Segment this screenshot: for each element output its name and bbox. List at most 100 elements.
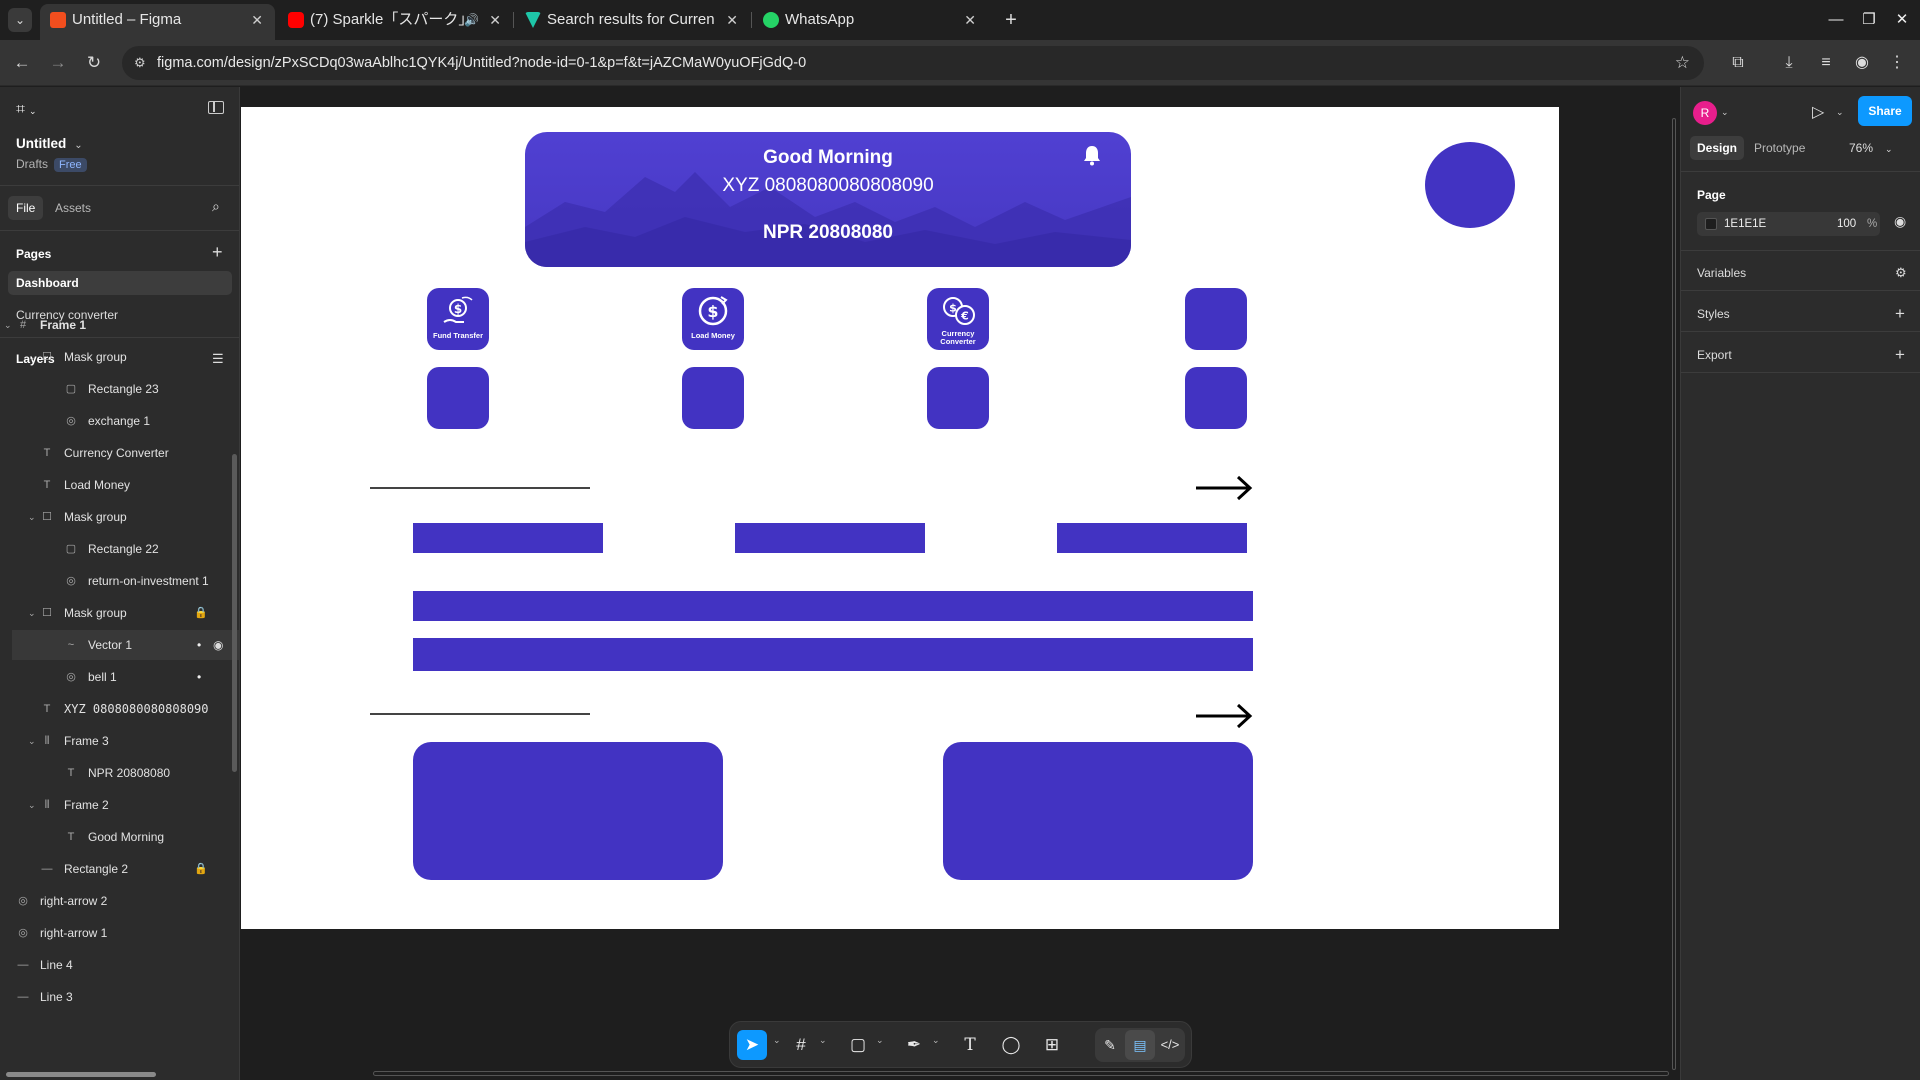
page-opacity-value[interactable]: 100 [1837, 212, 1856, 236]
browser-tab-figma[interactable]: Untitled – Figma ✕ [40, 4, 275, 40]
close-icon[interactable]: ✕ [251, 4, 263, 36]
color-swatch[interactable] [1705, 218, 1717, 230]
layer-row[interactable]: ⌄ ☐ Mask group 🔒 [0, 598, 239, 628]
menu-kebab-icon[interactable]: ⋮ [1885, 51, 1909, 75]
chevron-down-icon[interactable]: ⌄ [4, 310, 12, 340]
layer-row[interactable]: ⌄ # Frame 1 [0, 310, 239, 340]
layer-row[interactable]: ◎ right-arrow 2 [0, 886, 239, 916]
profile-avatar-circle[interactable] [1425, 142, 1515, 228]
layer-row[interactable]: T Load Money [0, 470, 239, 500]
layer-row[interactable]: ⌄ ⫴ Frame 2 [0, 790, 239, 820]
lock-icon[interactable]: 🔒 [194, 854, 208, 884]
layer-row[interactable]: — Line 4 [0, 950, 239, 980]
currency-converter-tile[interactable]: $ € Currency Converter [927, 288, 989, 350]
add-page-icon[interactable]: + [212, 243, 223, 261]
chevron-down-icon[interactable]: ⌄ [28, 502, 36, 532]
rectangle-tool-icon[interactable]: ▢ [843, 1030, 873, 1060]
layers-horizontal-scrollbar[interactable] [6, 1072, 156, 1077]
share-button[interactable]: Share [1858, 96, 1912, 126]
canvas-horizontal-scrollbar[interactable] [373, 1071, 1669, 1076]
variables-title[interactable]: Variables [1697, 266, 1746, 280]
back-arrow-icon[interactable]: ← [10, 51, 34, 75]
zoom-level[interactable]: 76% ⌄ [1849, 136, 1893, 161]
close-icon[interactable]: ✕ [726, 4, 738, 36]
media-controls-icon[interactable]: ≡ [1814, 51, 1838, 75]
move-tool-icon[interactable]: ➤ [737, 1030, 767, 1060]
layer-row[interactable]: T Good Morning [0, 822, 239, 852]
download-icon[interactable]: ⤓ [1777, 51, 1801, 75]
layer-row[interactable]: T NPR 20808080 [0, 758, 239, 788]
line-3[interactable] [370, 487, 590, 489]
header-card[interactable]: Good Morning XYZ 0808080080808090 NPR 20… [525, 132, 1131, 267]
chevron-down-icon[interactable]: ⌄ [28, 790, 36, 820]
figma-menu-icon[interactable]: ⌗ ⌄ [16, 101, 37, 119]
frame-1-dashboard[interactable]: Good Morning XYZ 0808080080808090 NPR 20… [241, 107, 1559, 929]
site-info-icon[interactable]: ⚙ [134, 55, 146, 71]
bookmark-star-icon[interactable]: ☆ [1675, 46, 1690, 80]
empty-tile[interactable] [1185, 367, 1247, 429]
layer-row[interactable]: — Line 3 [0, 982, 239, 1012]
layer-row[interactable]: T XYZ 0808080080808090 [0, 694, 239, 724]
pen-tool-icon[interactable]: ✒ [899, 1030, 929, 1060]
url-text[interactable]: figma.com/design/zPxSCDq03waAblhc1QYK4j/… [157, 46, 806, 80]
chevron-down-icon[interactable]: ⌄ [932, 1035, 940, 1046]
styles-title[interactable]: Styles [1697, 307, 1730, 321]
layer-row[interactable]: ⌄ ⫴ Frame 3 [0, 726, 239, 756]
window-close-icon[interactable]: ✕ [1890, 8, 1914, 32]
export-title[interactable]: Export [1697, 348, 1732, 362]
design-mode-icon[interactable]: ▤ [1125, 1030, 1155, 1060]
comment-tool-icon[interactable]: ◯ [996, 1030, 1026, 1060]
design-canvas[interactable]: Good Morning XYZ 0808080080808090 NPR 20… [241, 87, 1679, 1080]
forward-arrow-icon[interactable]: → [46, 51, 70, 75]
rectangle-bar[interactable] [1057, 523, 1247, 553]
tab-assets[interactable]: Assets [47, 196, 99, 220]
eye-icon[interactable]: ◉ [1894, 213, 1906, 230]
layer-row[interactable]: ⌄ ☐ Mask group [0, 342, 239, 372]
text-tool-icon[interactable]: T [955, 1030, 985, 1060]
empty-tile[interactable] [927, 367, 989, 429]
minimize-icon[interactable]: — [1824, 8, 1848, 32]
chevron-down-icon[interactable]: ⌄ [1836, 107, 1844, 118]
layer-row[interactable]: ~ Vector 1 • ◉ [12, 630, 239, 660]
right-arrow-icon[interactable] [1194, 701, 1254, 731]
chevron-down-icon[interactable]: ⌄ [28, 598, 36, 628]
right-arrow-icon[interactable] [1194, 473, 1254, 503]
layer-row[interactable]: ◎ return-on-investment 1 [0, 566, 239, 596]
tab-search-button[interactable]: ⌄ [8, 8, 32, 32]
dev-mode-icon[interactable]: </> [1155, 1030, 1185, 1060]
tab-design[interactable]: Design [1690, 136, 1745, 160]
load-money-tile[interactable]: $ Load Money [682, 288, 744, 350]
fund-transfer-tile[interactable]: $ Fund Transfer [427, 288, 489, 350]
url-omnibox[interactable]: ⚙ figma.com/design/zPxSCDq03waAblhc1QYK4… [122, 46, 1704, 80]
empty-tile[interactable] [427, 367, 489, 429]
lock-icon[interactable]: 🔒 [194, 598, 208, 628]
close-icon[interactable]: ✕ [964, 4, 976, 36]
add-export-icon[interactable]: + [1895, 346, 1905, 363]
rectangle-wide-bar[interactable] [413, 591, 1253, 621]
chevron-down-icon[interactable]: ⌄ [28, 726, 36, 756]
sidebar-toggle-icon[interactable] [208, 101, 224, 114]
browser-tab-whatsapp[interactable]: WhatsApp ✕ [753, 4, 988, 36]
user-avatar[interactable]: R [1693, 101, 1717, 125]
page-item-dashboard[interactable]: Dashboard [8, 271, 232, 295]
frame-tool-icon[interactable]: # [786, 1030, 816, 1060]
layer-row[interactable]: ▢ Rectangle 23 [0, 374, 239, 404]
restore-icon[interactable]: ❐ [1857, 8, 1881, 32]
new-tab-button[interactable]: + [997, 6, 1025, 34]
bell-icon[interactable] [1082, 144, 1102, 166]
present-play-icon[interactable]: ▷ [1812, 102, 1824, 122]
large-card[interactable] [943, 742, 1253, 880]
search-icon[interactable]: ⌕ [212, 198, 220, 215]
layer-row[interactable]: — Rectangle 2 🔒 [0, 854, 239, 884]
line-4[interactable] [370, 713, 590, 715]
page-color-field[interactable]: 1E1E1E 100 % [1697, 212, 1880, 236]
chevron-down-icon[interactable]: ⌄ [1721, 107, 1729, 118]
large-card[interactable] [413, 742, 723, 880]
add-style-icon[interactable]: + [1895, 305, 1905, 322]
layer-row[interactable]: ▢ Rectangle 22 [0, 534, 239, 564]
profile-icon[interactable]: ◉ [1850, 51, 1874, 75]
layer-row[interactable]: ◎ exchange 1 [0, 406, 239, 436]
draw-mode-icon[interactable]: ✎ [1095, 1030, 1125, 1060]
layer-row[interactable]: ⌄ ☐ Mask group [0, 502, 239, 532]
canvas-vertical-scrollbar[interactable] [1672, 118, 1676, 1070]
